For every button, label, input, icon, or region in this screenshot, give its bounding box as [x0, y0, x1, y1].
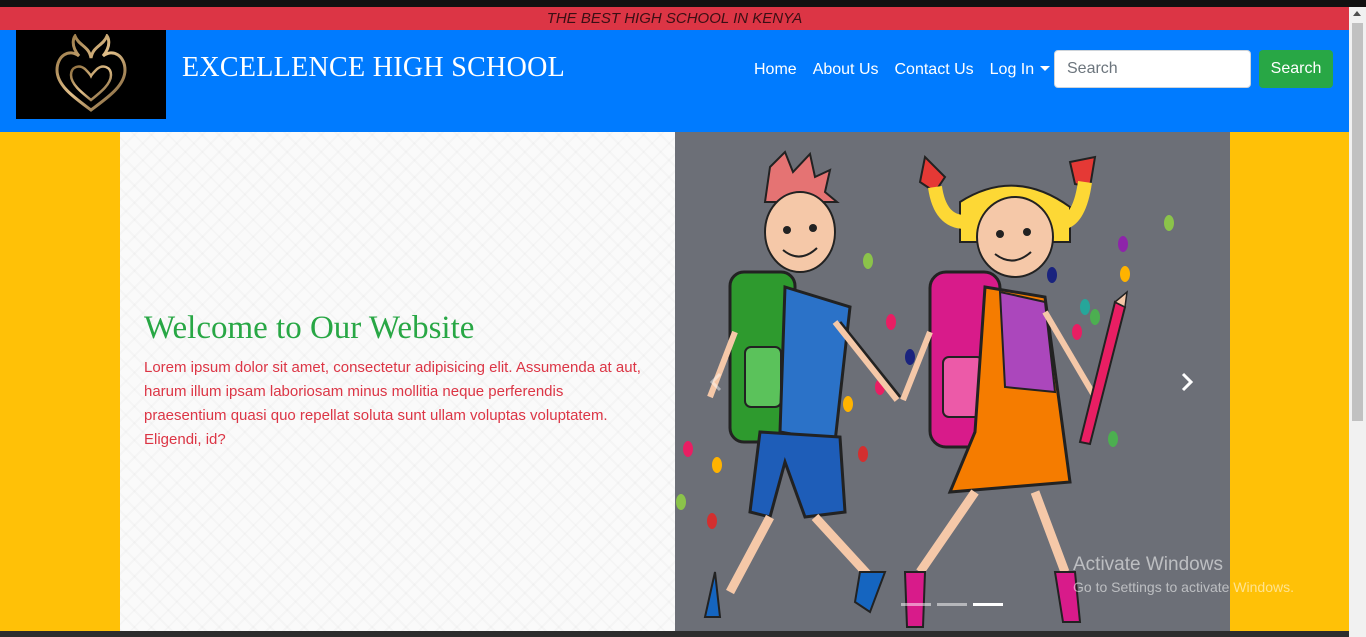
brand-title[interactable]: EXCELLENCE HIGH SCHOOL	[182, 52, 565, 84]
carousel-indicators	[901, 603, 1003, 606]
chevron-right-icon	[1181, 372, 1194, 392]
carousel-prev-control[interactable]	[701, 362, 731, 402]
page-scrollbar[interactable]	[1349, 7, 1366, 637]
chevron-left-icon	[709, 372, 722, 392]
windows-activation-watermark: Activate Windows Go to Settings to activ…	[1073, 554, 1294, 595]
heart-flame-icon	[55, 33, 127, 112]
welcome-heading: Welcome to Our Website	[144, 310, 475, 346]
nav-log-in-dropdown[interactable]: Log In	[982, 60, 1058, 80]
carousel-next-control[interactable]	[1172, 362, 1202, 402]
scroll-up-icon[interactable]	[1353, 11, 1361, 16]
caret-down-icon	[1040, 66, 1051, 71]
scrollbar-thumb[interactable]	[1352, 23, 1363, 421]
carousel-indicator-3[interactable]	[973, 603, 1003, 606]
welcome-text: Lorem ipsum dolor sit amet, consectetur …	[144, 359, 641, 448]
nav-home[interactable]: Home	[746, 60, 805, 80]
search-button[interactable]: Search	[1259, 50, 1333, 88]
carousel-indicator-1[interactable]	[901, 603, 931, 606]
watermark-subtitle: Go to Settings to activate Windows.	[1073, 579, 1294, 595]
welcome-panel: Welcome to Our Website Lorem ipsum dolor…	[120, 132, 675, 631]
nav-log-in-label: Log In	[989, 61, 1035, 78]
nav-about-us[interactable]: About Us	[805, 60, 887, 80]
boy-figure	[703, 150, 902, 618]
tagline-banner: THE BEST HIGH SCHOOL IN KENYA	[0, 7, 1349, 30]
logo[interactable]	[16, 30, 166, 119]
taskbar-strip	[0, 631, 1349, 637]
window-top-strip	[0, 0, 1366, 7]
navbar: EXCELLENCE HIGH SCHOOL Home About Us Con…	[0, 30, 1349, 132]
search-input[interactable]	[1054, 50, 1251, 88]
nav-contact-us[interactable]: Contact Us	[887, 60, 982, 80]
carousel-indicator-2[interactable]	[937, 603, 967, 606]
nav-links: Home About Us Contact Us Log In	[746, 60, 1058, 80]
watermark-title: Activate Windows	[1073, 554, 1223, 575]
